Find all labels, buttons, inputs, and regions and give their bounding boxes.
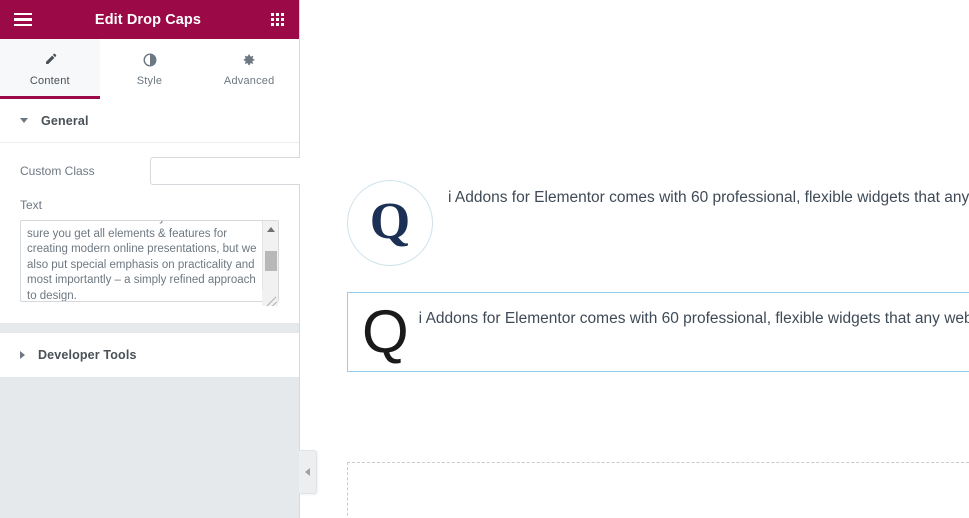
scroll-up-arrow-icon[interactable] (263, 221, 279, 237)
text-label: Text (20, 198, 43, 212)
drop-cap-letter: Q (369, 192, 411, 250)
pencil-icon (43, 52, 57, 68)
hamburger-glyph (14, 12, 32, 27)
control-text: Text (20, 198, 279, 307)
apps-grid-icon[interactable] (264, 7, 290, 33)
panel-collapse-handle[interactable] (299, 450, 317, 494)
drop-cap-body-text-2: i Addons for Elementor comes with 60 pro… (418, 310, 969, 327)
drop-cap-plain-letter: Q (362, 298, 409, 365)
chevron-down-icon (20, 118, 28, 123)
chevron-right-icon (20, 351, 25, 359)
section-general: General Custom Class Text (0, 99, 323, 323)
section-general-body: Custom Class Text (0, 143, 323, 323)
drop-cap-circle-letter: Q (347, 180, 433, 266)
scrollbar-track[interactable] (263, 237, 279, 285)
tab-content[interactable]: Content (0, 39, 100, 99)
custom-class-input[interactable] (150, 157, 323, 185)
section-developer-tools-header[interactable]: Developer Tools (0, 333, 299, 377)
panel-section-gap (0, 323, 299, 333)
gear-icon (242, 52, 256, 68)
panel-header: Edit Drop Caps (0, 0, 299, 39)
empty-drop-zone[interactable] (347, 462, 969, 518)
elementor-editor: Edit Drop Caps Content Style Advanced Ge… (0, 0, 969, 518)
textarea-scrollbar[interactable] (262, 221, 278, 301)
custom-class-label: Custom Class (20, 164, 95, 178)
section-developer-tools-title: Developer Tools (38, 348, 137, 362)
text-textarea[interactable] (20, 220, 279, 302)
panel-tabs: Content Style Advanced (0, 39, 300, 99)
tab-advanced[interactable]: Advanced (199, 39, 300, 99)
chevron-left-icon (305, 468, 310, 476)
drop-cap-widget-plain[interactable]: Q i Addons for Elementor comes with 60 p… (347, 292, 969, 372)
drop-cap-widget-circle[interactable]: Q i Addons for Elementor comes with 60 p… (347, 180, 969, 266)
contrast-icon (143, 52, 157, 68)
section-general-title: General (41, 113, 89, 128)
scrollbar-thumb[interactable] (264, 251, 277, 271)
tab-style-label: Style (136, 75, 163, 87)
tab-content-label: Content (29, 75, 70, 87)
drop-cap-body-text: i Addons for Elementor comes with 60 pro… (448, 189, 969, 206)
editor-canvas: Q i Addons for Elementor comes with 60 p… (300, 0, 969, 518)
tab-advanced-label: Advanced (223, 75, 275, 87)
textarea-resize-grip[interactable] (262, 290, 278, 306)
control-custom-class: Custom Class (20, 157, 323, 185)
apps-grid-glyph (270, 13, 284, 26)
section-general-header[interactable]: General (0, 99, 299, 143)
editor-panel: Edit Drop Caps Content Style Advanced Ge… (0, 0, 323, 518)
section-developer-tools: Developer Tools (0, 333, 299, 377)
text-textarea-wrapper (20, 220, 279, 307)
tab-style[interactable]: Style (99, 39, 200, 99)
page-title: Edit Drop Caps (94, 11, 202, 28)
